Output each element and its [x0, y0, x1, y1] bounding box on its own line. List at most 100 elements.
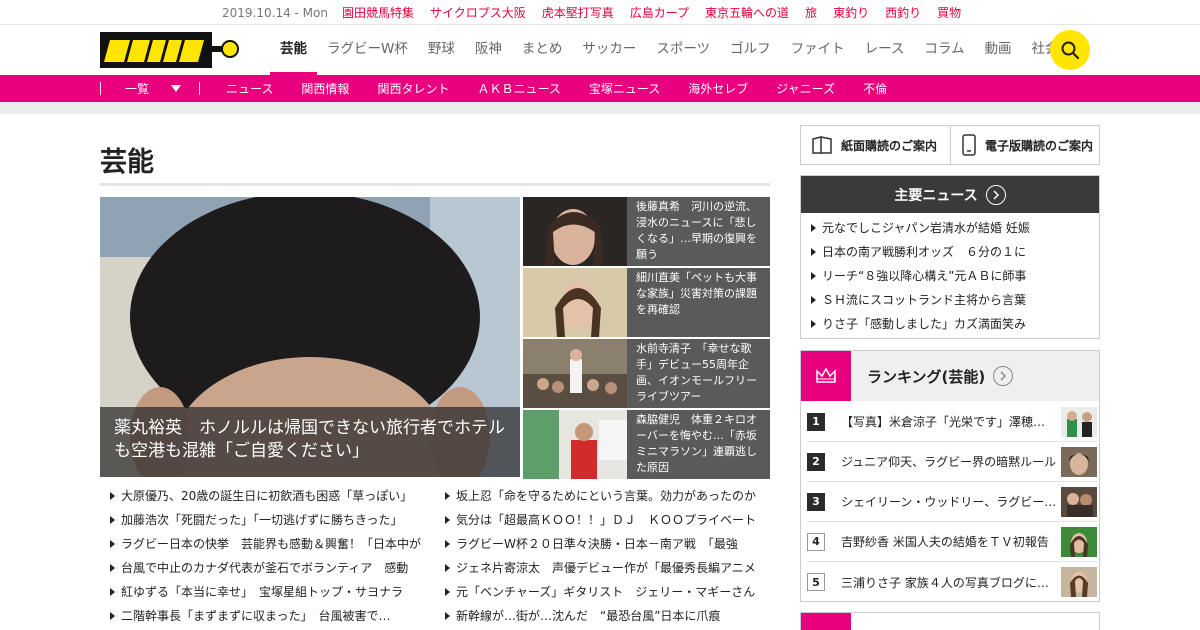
headline-item[interactable]: 新幹線が…街が…沈んだ “最恐台風”日本に爪痕	[445, 607, 760, 630]
ranking-header: ランキング(芸能)	[801, 351, 1099, 401]
nav-fight[interactable]: ファイト	[781, 25, 855, 75]
circle-arrow-icon[interactable]	[993, 366, 1014, 386]
side-story-title: 水前寺清子 「幸せな歌手」デビュー55周年企画、イオンモールフリーライブツアー	[627, 339, 770, 408]
headline-item[interactable]: 紅ゆずる「本当に幸せ」 宝塚星組トップ・サヨナラ	[110, 583, 430, 607]
ranking-panel: ランキング(芸能) 1 【写真】米倉涼子「光栄です」澤穂希さんに 2 ジュニア仰…	[800, 350, 1100, 602]
headline-item[interactable]: 二階幹事長「まずまずに収まった」 台風被害で…	[110, 607, 430, 630]
ranking-item[interactable]: 2 ジュニア仰天、ラグビー界の暗黙ルール	[807, 442, 1097, 482]
side-story-item[interactable]: 水前寺清子 「幸せな歌手」デビュー55周年企画、イオンモールフリーライブツアー	[523, 339, 770, 408]
nav-race[interactable]: レース	[855, 25, 915, 75]
headline-item[interactable]: 元「ベンチャーズ」ギタリスト ジェリー・マギーさん	[445, 583, 760, 607]
subnav-akb-news[interactable]: ＡＫＢニュース	[463, 80, 574, 97]
major-news-item[interactable]: りさ子「感動しました」カズ満面笑み	[811, 314, 1099, 338]
sub-nav-divider	[100, 82, 101, 95]
subnav-kansai-info[interactable]: 関西情報	[287, 80, 363, 97]
ranking-badge	[801, 351, 851, 401]
side-story-item[interactable]: 細川直美「ペットも大事な家族」災害対策の課題を再確認	[523, 268, 770, 337]
headline-item[interactable]: ラグビー日本の快挙 芸能界も感動＆興奮！「日本中が	[110, 535, 430, 559]
page-title: 芸能	[100, 147, 154, 178]
headline-text: 台風で中止のカナダ代表が釜石でボランティア 感動	[121, 561, 409, 575]
ranking-item[interactable]: 4 吉野紗香 米国人夫の結婚をＴＶ初報告	[807, 522, 1097, 562]
top-utility-bar: 2019.10.14 - Mon 園田競馬特集 サイクロプス大阪 虎本堅打写真 …	[0, 0, 1200, 25]
headline-item[interactable]: 台風で中止のカナダ代表が釜石でボランティア 感動	[110, 559, 430, 583]
circle-arrow-icon[interactable]	[985, 184, 1006, 205]
ranking-text: シェイリーン・ウッドリー、ラグビー選手と	[841, 495, 1057, 509]
toplink-toramoto-photo[interactable]: 虎本堅打写真	[542, 4, 614, 21]
nav-column[interactable]: コラム	[914, 25, 974, 75]
headline-text: ジェネ片寄涼太 声優デビュー作が「最優秀長編アニメ	[456, 561, 756, 575]
toplink-east-fishing[interactable]: 東釣り	[833, 4, 869, 21]
main-nav: 芸能 ラグビーW杯 野球 阪神 まとめ サッカー スポーツ ゴルフ ファイト レ…	[270, 25, 1069, 75]
ranking-text: 三浦りさ子 家族４人の写真ブログに…	[841, 575, 1049, 590]
major-news-item[interactable]: ＳＨ流にスコットランド主将から言葉	[811, 290, 1099, 314]
nav-soccer[interactable]: サッカー	[572, 25, 646, 75]
bullet-triangle-icon	[445, 492, 450, 500]
subnav-johnnys[interactable]: ジャニーズ	[762, 80, 849, 97]
digital-subscription-button[interactable]: 電子版購読のご案内	[950, 126, 1099, 164]
ranking-item[interactable]: 5 三浦りさ子 家族４人の写真ブログに…	[807, 562, 1097, 602]
ranking-thumbnail	[1061, 567, 1097, 597]
nav-geinou[interactable]: 芸能	[270, 25, 317, 75]
nav-matome[interactable]: まとめ	[512, 25, 573, 75]
bullet-triangle-icon	[811, 272, 816, 280]
bullet-triangle-icon	[110, 612, 115, 620]
subnav-news[interactable]: ニュース	[212, 80, 287, 97]
headline-text: ラグビーW杯２０日準々決勝・日本－南ア戦 「最強	[456, 537, 738, 551]
headline-item[interactable]: ラグビーW杯２０日準々決勝・日本－南ア戦 「最強	[445, 535, 760, 559]
major-news-item[interactable]: リーチ“８強以降心構え”元ＡＢに師事	[811, 266, 1099, 290]
toplink-travel[interactable]: 旅	[805, 4, 817, 21]
rank-number: 5	[807, 573, 825, 591]
side-story-item[interactable]: 後藤真希 河川の逆流、浸水のニュースに「悲しくなる」…早期の復興を願う	[523, 197, 770, 266]
subnav-furin[interactable]: 不倫	[849, 80, 901, 97]
major-news-item[interactable]: 元なでしこジャパン岩清水が結婚 妊娠	[811, 218, 1099, 242]
nav-hanshin[interactable]: 阪神	[465, 25, 512, 75]
search-button[interactable]	[1050, 30, 1090, 70]
side-story-title: 森脇健児 体重２キロオーバーを悔やむ…「赤坂ミニマラソン」連覇逃した原因	[627, 410, 770, 479]
nav-sports[interactable]: スポーツ	[646, 25, 720, 75]
bullet-triangle-icon	[811, 248, 816, 256]
toplink-tokyo-olympics[interactable]: 東京五輪への道	[705, 4, 789, 21]
ranking-item[interactable]: 1 【写真】米倉涼子「光栄です」澤穂希さんに	[807, 402, 1097, 442]
toplink-hiroshima-carp[interactable]: 広島カープ	[630, 4, 689, 21]
nav-video[interactable]: 動画	[975, 25, 1022, 75]
rank-number: 1	[807, 412, 825, 431]
category-list-dropdown[interactable]: 一覧	[101, 80, 199, 97]
paper-subscription-button[interactable]: 紙面購読のご案内	[801, 126, 950, 164]
subnav-takarazuka-news[interactable]: 宝塚ニュース	[575, 80, 674, 97]
site-logo[interactable]	[100, 32, 240, 68]
sub-nav-items: 一覧 ニュース 関西情報 関西タレント ＡＫＢニュース 宝塚ニュース 海外セレブ…	[100, 75, 901, 102]
toplink-west-fishing[interactable]: 西釣り	[885, 4, 921, 21]
headline-item[interactable]: 加藤浩次「死闘だった」「一切逃げずに勝ちきった」	[110, 511, 430, 535]
subscription-panel: 紙面購読のご案内 電子版購読のご案内	[800, 125, 1100, 165]
side-story-item[interactable]: 森脇健児 体重２キロオーバーを悔やむ…「赤坂ミニマラソン」連覇逃した原因	[523, 410, 770, 479]
headline-text: 二階幹事長「まずまずに収まった」 台風被害で…	[121, 609, 391, 623]
ranking-thumbnail	[1061, 446, 1097, 477]
thumbnail-photo	[523, 197, 627, 266]
header-divider-strip	[0, 102, 1200, 114]
major-news-list: 元なでしこジャパン岩清水が結婚 妊娠 日本の南ア戦勝利オッズ ６分の１に リーチ…	[801, 213, 1099, 338]
major-news-text: リーチ“８強以降心構え”元ＡＢに師事	[822, 269, 1027, 283]
feature-caption: 薬丸裕英 ホノルルは帰国できない旅行者でホテルも空港も混雑「ご自愛ください」	[100, 407, 520, 477]
headline-item[interactable]: 大原優乃、20歳の誕生日に初飲酒も困惑「草っぽい」	[110, 487, 430, 511]
nav-rugby-wc[interactable]: ラグビーW杯	[317, 25, 418, 75]
major-news-item[interactable]: 日本の南ア戦勝利オッズ ６分の１に	[811, 242, 1099, 266]
ranking-item[interactable]: 3 シェイリーン・ウッドリー、ラグビー選手と	[807, 482, 1097, 522]
nav-golf[interactable]: ゴルフ	[720, 25, 781, 75]
headline-item[interactable]: ジェネ片寄涼太 声優デビュー作が「最優秀長編アニメ	[445, 559, 760, 583]
headline-item[interactable]: 坂上忍「命を守るためにという言葉。効力があったのか	[445, 487, 760, 511]
bullet-triangle-icon	[811, 320, 816, 328]
subnav-overseas-celeb[interactable]: 海外セレブ	[674, 80, 762, 97]
headline-text: 気分は「超最高ＫＯＯ！！」ＤＪ ＫＯＯプライベート	[456, 513, 757, 527]
nav-baseball[interactable]: 野球	[418, 25, 465, 75]
search-icon	[1061, 41, 1080, 60]
thumbnail-photo	[1061, 486, 1097, 517]
toplink-shopping[interactable]: 買物	[937, 4, 961, 21]
dropdown-arrow-icon	[171, 85, 182, 92]
toplink-cyclops-osaka[interactable]: サイクロプス大阪	[430, 4, 526, 21]
toplink-sonoda-keiba[interactable]: 園田競馬特集	[342, 4, 414, 21]
headline-item[interactable]: 気分は「超最高ＫＯＯ！！」ＤＪ ＫＯＯプライベート	[445, 511, 760, 535]
major-news-panel: 主要ニュース 元なでしこジャパン岩清水が結婚 妊娠 日本の南ア戦勝利オッズ ６分…	[800, 175, 1100, 339]
side-story-thumbnail	[523, 339, 627, 408]
subnav-kansai-talent[interactable]: 関西タレント	[363, 80, 463, 97]
feature-story[interactable]: 薬丸裕英 ホノルルは帰国できない旅行者でホテルも空港も混雑「ご自愛ください」	[100, 197, 520, 477]
